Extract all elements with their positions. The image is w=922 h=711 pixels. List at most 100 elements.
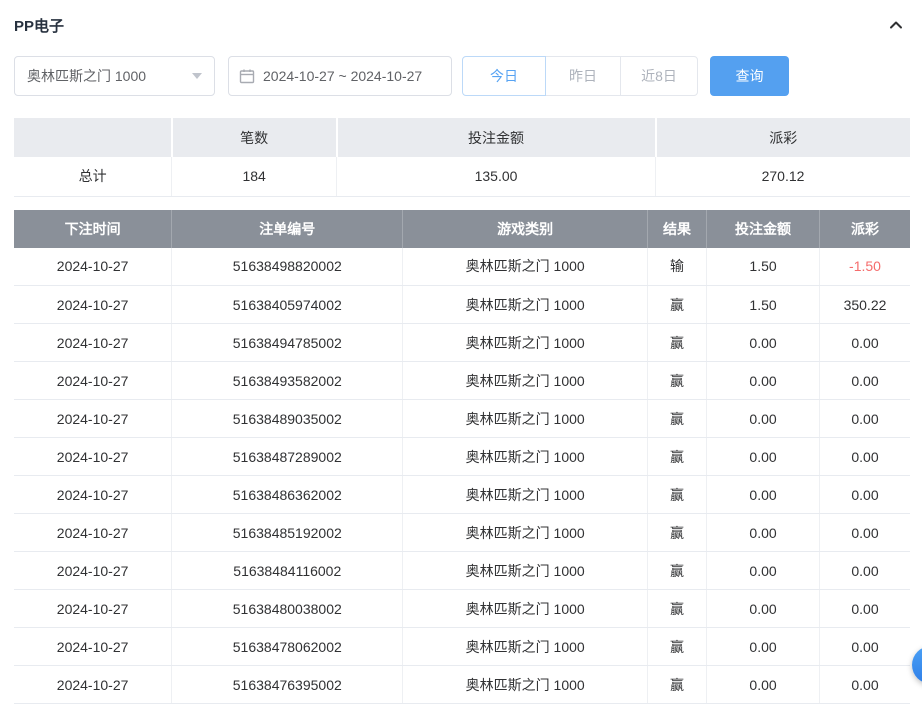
- bet-time-cell: 2024-10-27: [14, 400, 172, 438]
- bet-time-cell: 2024-10-27: [14, 514, 172, 552]
- panel-title: PP电子: [14, 15, 64, 36]
- bet-amount-cell: 0.00: [707, 628, 820, 666]
- table-row: 2024-10-27 51638487289002 奥林匹斯之门 1000 赢 …: [14, 438, 910, 476]
- payout-cell: 0.00: [819, 666, 910, 704]
- bet-amount-cell: 0.00: [707, 590, 820, 628]
- bet-id-cell: 51638486362002: [172, 476, 403, 514]
- payout-cell: 0.00: [819, 438, 910, 476]
- header-payout: 派彩: [819, 210, 910, 248]
- payout-cell: 0.00: [819, 552, 910, 590]
- table-row: 2024-10-27 51638485192002 奥林匹斯之门 1000 赢 …: [14, 514, 910, 552]
- filter-row: 奥林匹斯之门 1000 2024-10-27 ~ 2024-10-27 今日 昨…: [14, 56, 910, 96]
- quick-button-last-8-days[interactable]: 近8日: [620, 56, 698, 96]
- game-type-cell: 奥林匹斯之门 1000: [403, 514, 648, 552]
- bet-time-cell: 2024-10-27: [14, 628, 172, 666]
- bet-id-cell: 51638476395002: [172, 666, 403, 704]
- game-type-cell: 奥林匹斯之门 1000: [403, 324, 648, 362]
- table-row: 2024-10-27 51638489035002 奥林匹斯之门 1000 赢 …: [14, 400, 910, 438]
- payout-cell: 0.00: [819, 476, 910, 514]
- table-row: 2024-10-27 51638498820002 奥林匹斯之门 1000 输 …: [14, 248, 910, 286]
- payout-cell: 350.22: [819, 286, 910, 324]
- header-game-type: 游戏类别: [403, 210, 648, 248]
- bet-table-body: 2024-10-27 51638498820002 奥林匹斯之门 1000 输 …: [14, 248, 910, 704]
- bet-time-cell: 2024-10-27: [14, 552, 172, 590]
- table-row: 2024-10-27 51638476395002 奥林匹斯之门 1000 赢 …: [14, 666, 910, 704]
- bet-time-cell: 2024-10-27: [14, 362, 172, 400]
- bet-time-cell: 2024-10-27: [14, 666, 172, 704]
- game-type-cell: 奥林匹斯之门 1000: [403, 286, 648, 324]
- date-range-value: 2024-10-27 ~ 2024-10-27: [263, 68, 422, 84]
- result-cell: 输: [647, 248, 706, 286]
- bet-table-header-row: 下注时间 注单编号 游戏类别 结果 投注金额 派彩: [14, 210, 910, 248]
- game-select-value: 奥林匹斯之门 1000: [27, 66, 146, 86]
- bet-time-cell: 2024-10-27: [14, 248, 172, 286]
- pp-games-panel: PP电子 奥林匹斯之门 1000 2024-10-27 ~ 2024-10-27…: [0, 0, 922, 704]
- result-cell: 赢: [647, 666, 706, 704]
- result-cell: 赢: [647, 590, 706, 628]
- chevron-down-icon: [192, 73, 202, 79]
- table-row: 2024-10-27 51638480038002 奥林匹斯之门 1000 赢 …: [14, 590, 910, 628]
- bet-time-cell: 2024-10-27: [14, 286, 172, 324]
- game-type-cell: 奥林匹斯之门 1000: [403, 590, 648, 628]
- table-row: 2024-10-27 51638484116002 奥林匹斯之门 1000 赢 …: [14, 552, 910, 590]
- result-cell: 赢: [647, 438, 706, 476]
- bet-amount-cell: 0.00: [707, 666, 820, 704]
- game-type-cell: 奥林匹斯之门 1000: [403, 400, 648, 438]
- summary-total-payout: 270.12: [656, 157, 910, 196]
- game-type-cell: 奥林匹斯之门 1000: [403, 438, 648, 476]
- collapse-chevron-up-icon[interactable]: [888, 17, 910, 33]
- bet-id-cell: 51638494785002: [172, 324, 403, 362]
- summary-header-blank: [14, 118, 172, 157]
- table-row: 2024-10-27 51638494785002 奥林匹斯之门 1000 赢 …: [14, 324, 910, 362]
- bet-amount-cell: 0.00: [707, 438, 820, 476]
- summary-total-count: 184: [172, 157, 337, 196]
- payout-cell: -1.50: [819, 248, 910, 286]
- bet-id-cell: 51638480038002: [172, 590, 403, 628]
- table-row: 2024-10-27 51638478062002 奥林匹斯之门 1000 赢 …: [14, 628, 910, 666]
- bet-amount-cell: 0.00: [707, 476, 820, 514]
- game-type-cell: 奥林匹斯之门 1000: [403, 248, 648, 286]
- game-type-cell: 奥林匹斯之门 1000: [403, 362, 648, 400]
- header-result: 结果: [647, 210, 706, 248]
- bet-id-cell: 51638487289002: [172, 438, 403, 476]
- summary-header-count: 笔数: [172, 118, 337, 157]
- bet-time-cell: 2024-10-27: [14, 476, 172, 514]
- bet-id-cell: 51638498820002: [172, 248, 403, 286]
- bet-amount-cell: 1.50: [707, 248, 820, 286]
- payout-cell: 0.00: [819, 362, 910, 400]
- result-cell: 赢: [647, 324, 706, 362]
- bet-amount-cell: 0.00: [707, 324, 820, 362]
- quick-button-today[interactable]: 今日: [462, 56, 546, 96]
- payout-cell: 0.00: [819, 590, 910, 628]
- game-type-cell: 奥林匹斯之门 1000: [403, 476, 648, 514]
- payout-cell: 0.00: [819, 324, 910, 362]
- quick-button-yesterday[interactable]: 昨日: [545, 56, 621, 96]
- search-button[interactable]: 查询: [710, 56, 789, 96]
- date-range-picker[interactable]: 2024-10-27 ~ 2024-10-27: [228, 56, 452, 96]
- payout-cell: 0.00: [819, 400, 910, 438]
- bet-amount-cell: 0.00: [707, 514, 820, 552]
- bet-id-cell: 51638485192002: [172, 514, 403, 552]
- summary-table: 笔数 投注金额 派彩 总计 184 135.00 270.12: [14, 118, 910, 197]
- table-row: 2024-10-27 51638493582002 奥林匹斯之门 1000 赢 …: [14, 362, 910, 400]
- table-row: 2024-10-27 51638405974002 奥林匹斯之门 1000 赢 …: [14, 286, 910, 324]
- payout-cell: 0.00: [819, 514, 910, 552]
- bet-time-cell: 2024-10-27: [14, 324, 172, 362]
- summary-total-bet-amount: 135.00: [337, 157, 656, 196]
- bet-amount-cell: 0.00: [707, 362, 820, 400]
- game-type-cell: 奥林匹斯之门 1000: [403, 628, 648, 666]
- bet-amount-cell: 0.00: [707, 400, 820, 438]
- bet-id-cell: 51638489035002: [172, 400, 403, 438]
- summary-header-payout: 派彩: [656, 118, 910, 157]
- result-cell: 赢: [647, 514, 706, 552]
- game-type-cell: 奥林匹斯之门 1000: [403, 552, 648, 590]
- bet-id-cell: 51638478062002: [172, 628, 403, 666]
- result-cell: 赢: [647, 628, 706, 666]
- result-cell: 赢: [647, 286, 706, 324]
- game-select[interactable]: 奥林匹斯之门 1000: [14, 56, 215, 96]
- bet-time-cell: 2024-10-27: [14, 590, 172, 628]
- bet-amount-cell: 1.50: [707, 286, 820, 324]
- bet-id-cell: 51638484116002: [172, 552, 403, 590]
- bet-id-cell: 51638493582002: [172, 362, 403, 400]
- quick-range-button-group: 今日 昨日 近8日: [462, 56, 698, 96]
